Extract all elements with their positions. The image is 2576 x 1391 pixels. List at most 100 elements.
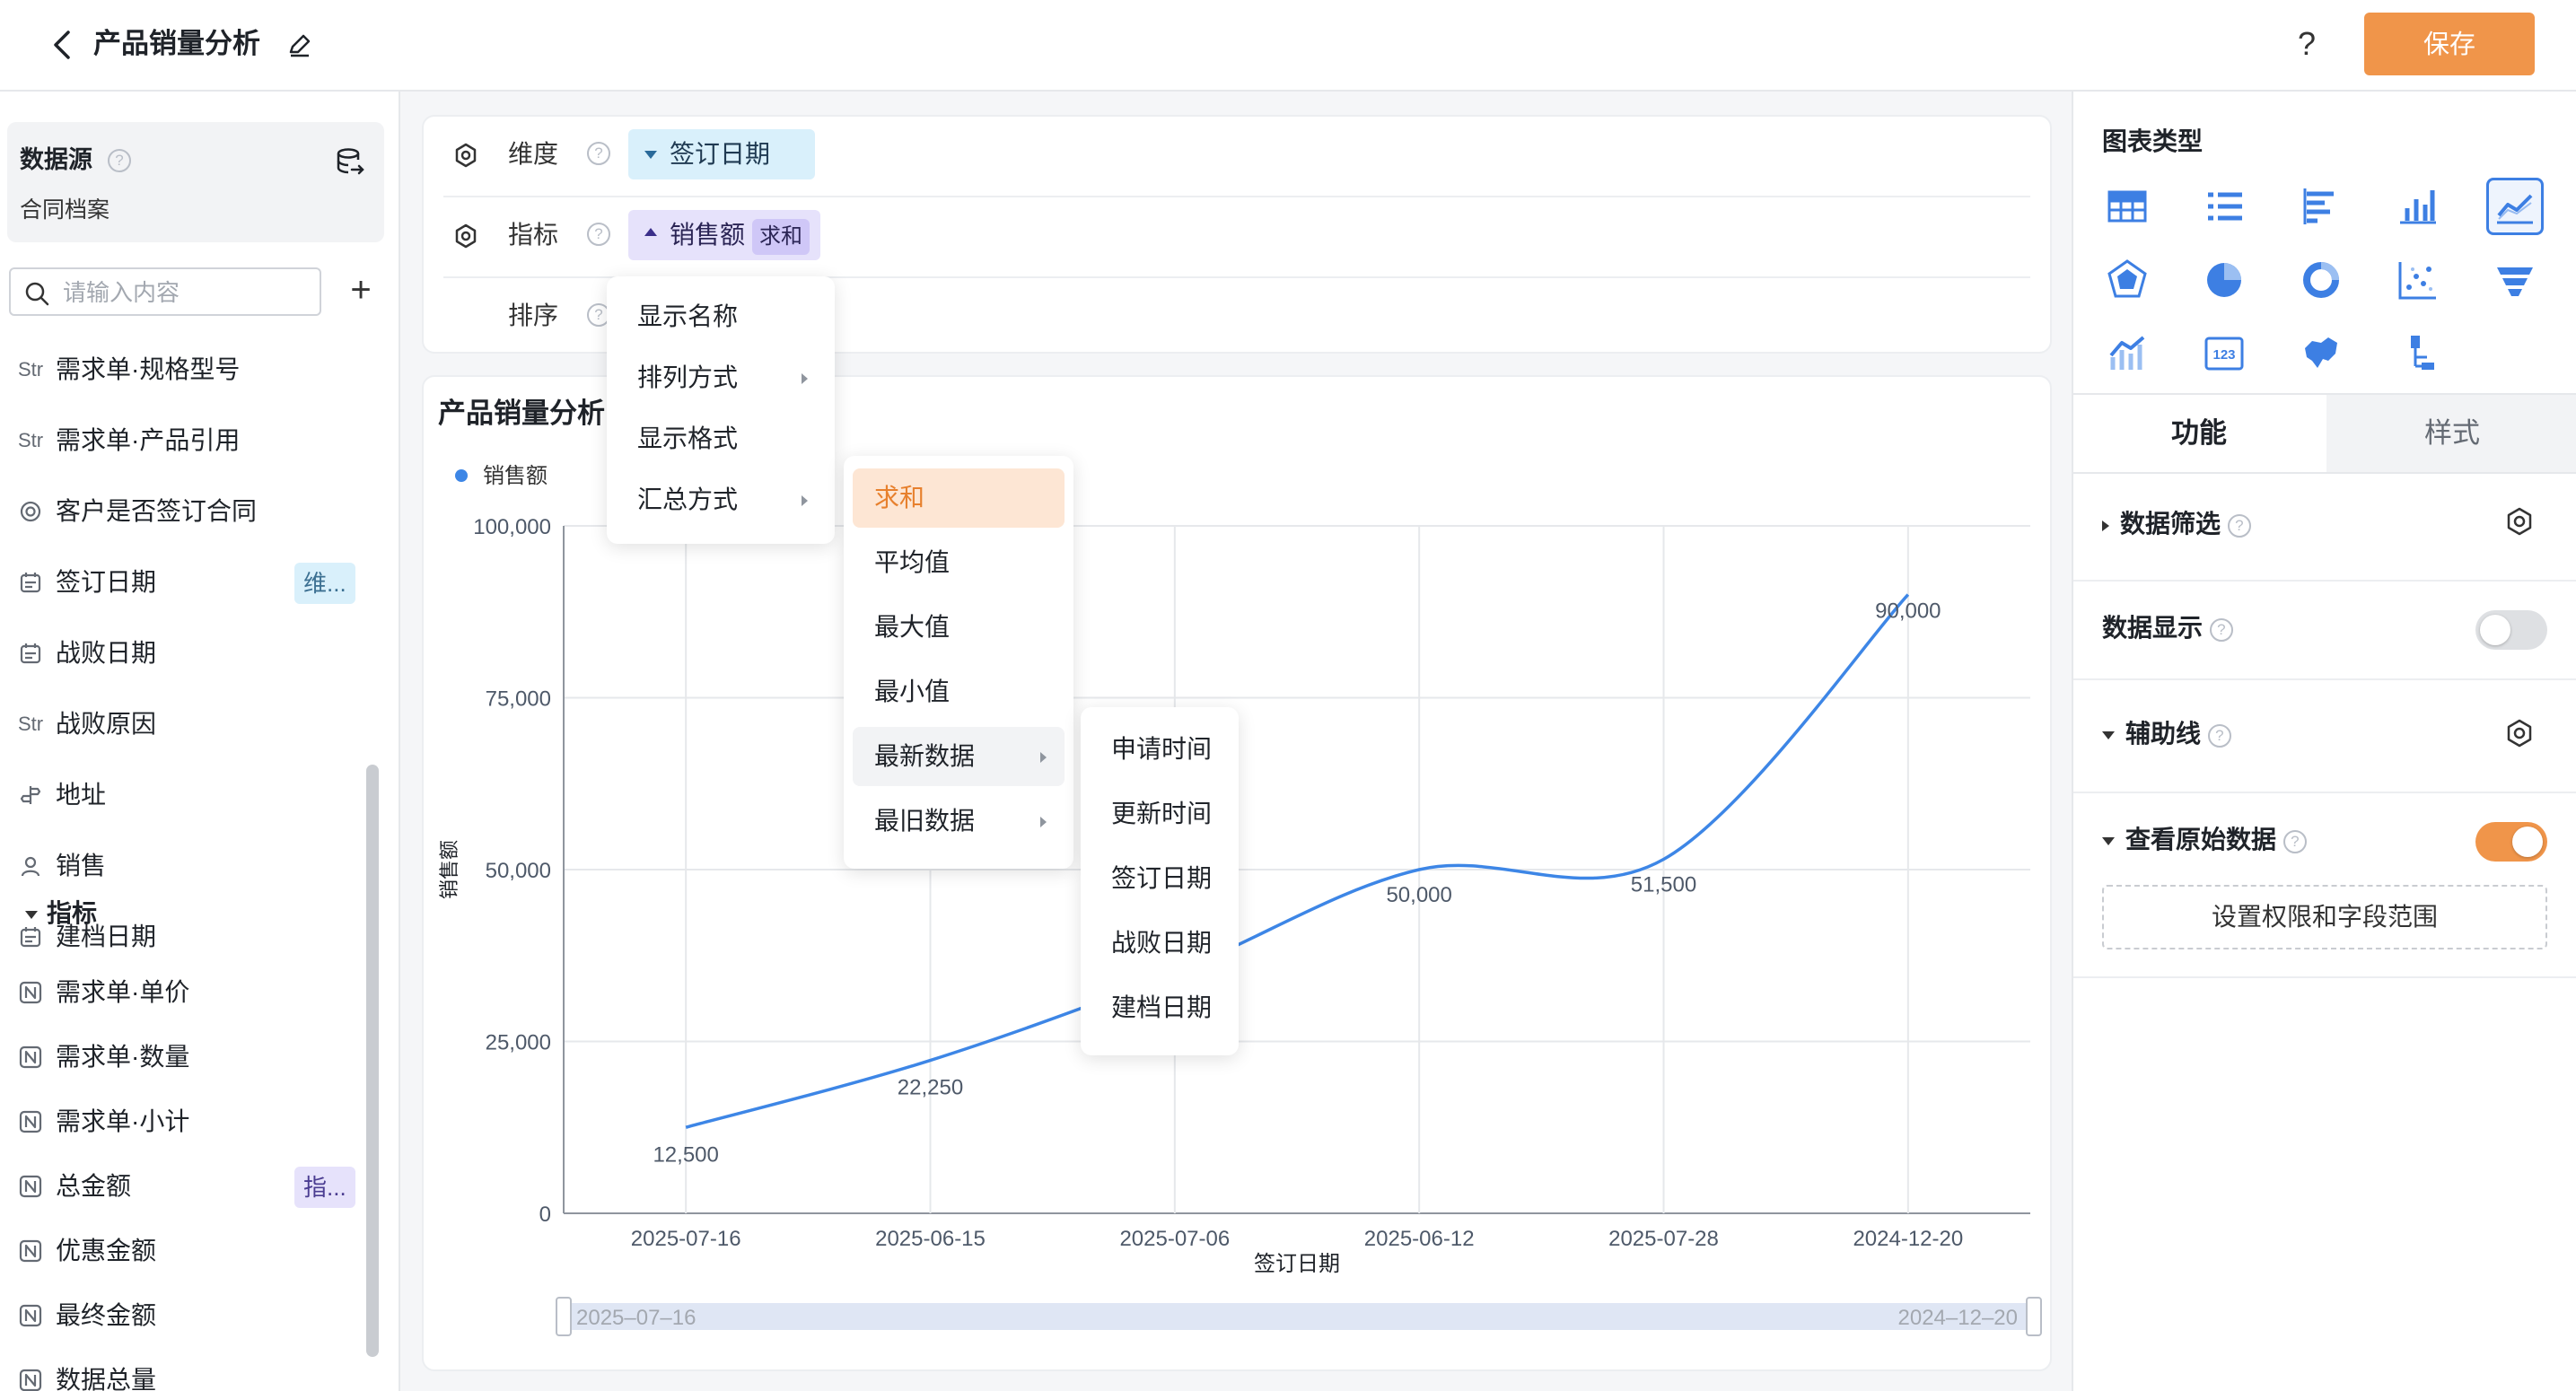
settings-icon[interactable]	[2504, 506, 2535, 537]
pie-icon[interactable]	[2201, 257, 2247, 303]
divider	[2073, 580, 2576, 582]
save-button[interactable]: 保存	[2364, 13, 2535, 75]
metric-field-item[interactable]: 最终金额	[18, 1289, 359, 1343]
legend-label[interactable]: 销售额	[483, 464, 548, 488]
metric-field-item[interactable]: 数据总量	[18, 1353, 359, 1391]
metrics-group-title[interactable]: 指标	[25, 896, 97, 932]
donut-icon[interactable]	[2298, 257, 2344, 303]
number-icon	[18, 1172, 45, 1201]
settings-icon[interactable]	[452, 223, 479, 249]
chevron-right-icon	[802, 495, 808, 506]
agg-menu-item[interactable]: 最大值	[853, 598, 1065, 657]
menu-item-label: 战败日期	[1111, 929, 1213, 957]
add-field-icon[interactable]: +	[345, 271, 377, 312]
back-icon[interactable]	[47, 27, 79, 63]
metric-field-item[interactable]: 总金额 指...	[18, 1159, 359, 1213]
line-chart-icon[interactable]	[2486, 178, 2544, 235]
settings-panel: 图表类型 123 功能 样式 数据筛选 ? 数据显示 ? 辅助线 ? 查看原始数…	[2072, 92, 2576, 1391]
metric-field-item[interactable]: 优惠金额	[18, 1224, 359, 1278]
help-icon[interactable]: ?	[2282, 829, 2307, 853]
settings-icon[interactable]	[2504, 718, 2535, 748]
field-item[interactable]: 客户是否签订合同	[18, 485, 359, 538]
bar-horizontal-icon[interactable]	[2298, 183, 2344, 230]
help-icon[interactable]: ?	[2298, 23, 2316, 65]
field-item[interactable]: 销售	[18, 839, 359, 893]
user-icon	[18, 852, 45, 880]
divider	[2073, 678, 2576, 680]
combo-chart-icon[interactable]	[2104, 330, 2151, 377]
permission-button[interactable]: 设置权限和字段范围	[2102, 885, 2547, 949]
chevron-right-icon	[802, 373, 808, 384]
field-item[interactable]: 战败日期	[18, 626, 359, 680]
help-icon[interactable]: ?	[2209, 617, 2233, 642]
raw-data-toggle[interactable]	[2475, 822, 2547, 862]
help-icon[interactable]: ?	[2227, 513, 2251, 538]
metric-pill[interactable]: 销售额 求和	[628, 210, 821, 260]
table-icon[interactable]	[2104, 183, 2151, 230]
divider	[443, 196, 2030, 197]
number-icon	[18, 1107, 45, 1136]
field-item[interactable]: 签订日期 维...	[18, 556, 359, 609]
field-item[interactable]: 地址	[18, 768, 359, 822]
menu-item-label: 最新数据	[874, 742, 976, 770]
map-icon[interactable]	[2298, 330, 2344, 377]
search-input[interactable]	[61, 275, 316, 311]
field-menu-item[interactable]: 更新时间	[1090, 784, 1230, 844]
agg-menu-item[interactable]: 最新数据	[853, 727, 1065, 786]
x-axis-label: 签订日期	[1254, 1252, 1340, 1276]
list-icon[interactable]	[2201, 183, 2247, 230]
field-menu-item[interactable]: 签订日期	[1090, 849, 1230, 908]
agg-menu-item[interactable]: 最小值	[853, 662, 1065, 722]
radar-icon[interactable]	[2104, 257, 2151, 303]
number-icon	[18, 978, 45, 1007]
metric-label: 指标	[508, 221, 559, 249]
x-tick-label: 2025-07-28	[1608, 1227, 1719, 1251]
datasource-title: 数据源	[20, 146, 92, 173]
aux-line-row[interactable]: 辅助线 ?	[2102, 707, 2551, 761]
chevron-right-icon	[1040, 817, 1047, 827]
metric-menu-item[interactable]: 显示名称	[616, 287, 826, 346]
metric-agg-badge: 求和	[752, 218, 810, 255]
metric-field-item[interactable]: 需求单·小计	[18, 1095, 359, 1149]
data-display-toggle[interactable]	[2475, 610, 2547, 650]
tab-function[interactable]: 功能	[2073, 395, 2325, 472]
scrollbar[interactable]	[366, 765, 379, 1357]
help-icon[interactable]: ?	[587, 142, 610, 165]
help-icon[interactable]: ?	[108, 149, 131, 172]
zoom-handle-left[interactable]	[556, 1297, 572, 1336]
data-filter-row[interactable]: 数据筛选 ?	[2102, 497, 2551, 551]
field-item[interactable]: Str 需求单·规格型号	[18, 343, 359, 397]
settings-icon[interactable]	[452, 142, 479, 169]
scatter-icon[interactable]	[2395, 257, 2441, 303]
agg-menu-item[interactable]: 平均值	[853, 533, 1065, 592]
string-type-icon: Str	[18, 358, 44, 381]
agg-menu-item[interactable]: 求和	[853, 468, 1065, 528]
dimension-pill[interactable]: 签订日期	[628, 129, 815, 179]
field-menu-item[interactable]: 战败日期	[1090, 914, 1230, 973]
metric-menu-item[interactable]: 排列方式	[616, 348, 826, 407]
help-icon[interactable]: ?	[587, 223, 610, 246]
field-item[interactable]: Str 战败原因	[18, 697, 359, 751]
number-card-icon[interactable]: 123	[2201, 330, 2247, 377]
metric-field-label: 需求单·数量	[56, 1043, 190, 1071]
metrics-group-label: 指标	[47, 899, 98, 927]
tree-icon[interactable]	[2395, 330, 2441, 377]
database-icon[interactable]	[334, 145, 366, 178]
help-icon[interactable]: ?	[2207, 723, 2231, 748]
agg-menu-item[interactable]: 最旧数据	[853, 792, 1065, 851]
field-item[interactable]: Str 需求单·产品引用	[18, 414, 359, 468]
field-menu-item[interactable]: 申请时间	[1090, 720, 1230, 779]
field-label: 需求单·规格型号	[56, 355, 241, 383]
y-tick-label: 25,000	[486, 1031, 551, 1055]
funnel-icon[interactable]	[2492, 257, 2538, 303]
metric-field-item[interactable]: 需求单·数量	[18, 1030, 359, 1084]
metric-field-item[interactable]: 需求单·单价	[18, 966, 359, 1019]
field-menu-item[interactable]: 建档日期	[1090, 978, 1230, 1037]
metric-menu-item[interactable]: 显示格式	[616, 409, 826, 468]
edit-icon[interactable]	[285, 31, 314, 59]
metric-menu-item[interactable]: 汇总方式	[616, 470, 826, 529]
bar-vertical-icon[interactable]	[2395, 183, 2441, 230]
zoom-track[interactable]	[564, 1303, 2034, 1330]
tab-style[interactable]: 样式	[2326, 395, 2576, 472]
zoom-handle-right[interactable]	[2026, 1297, 2042, 1336]
